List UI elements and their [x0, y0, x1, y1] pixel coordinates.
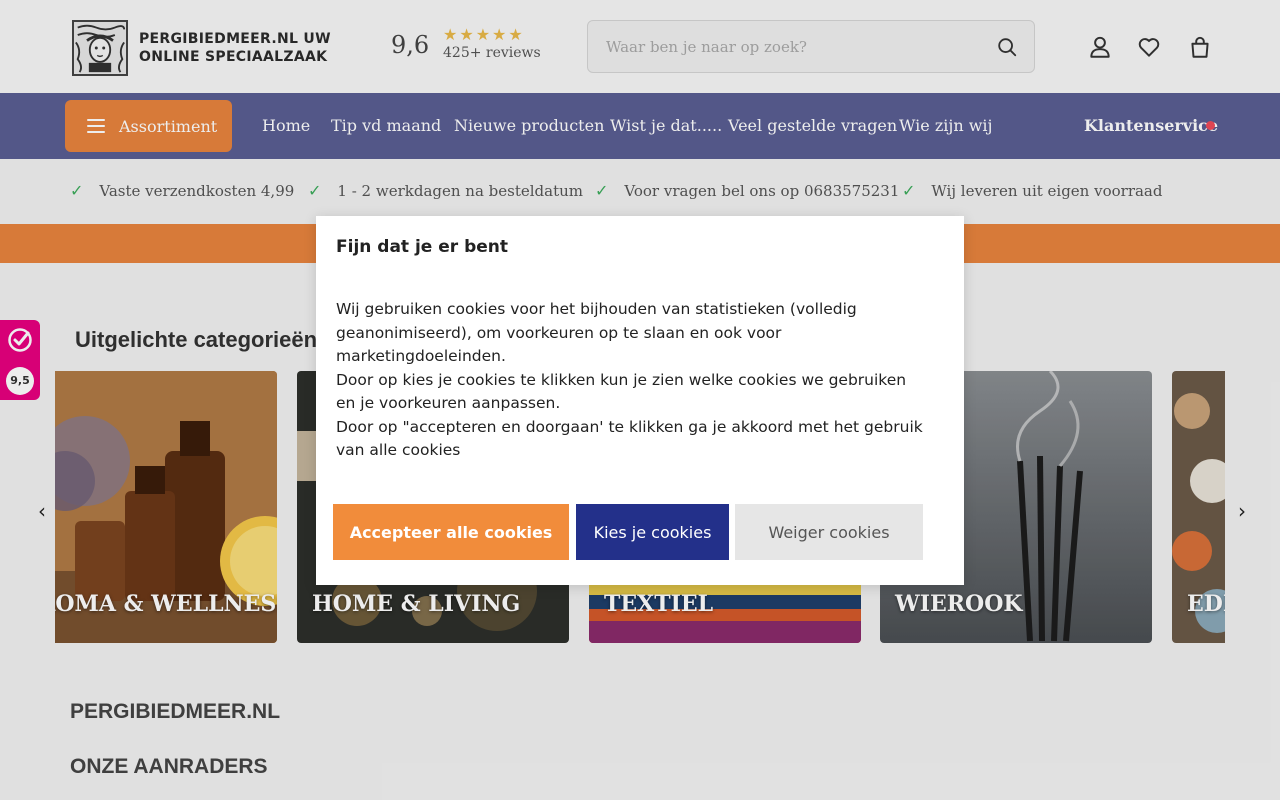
cookie-dialog-text: Wij gebruiken cookies voor het bijhouden…	[336, 298, 926, 463]
cookie-paragraph: Door op kies je cookies te klikken kun j…	[336, 370, 907, 413]
cookie-dialog-title: Fijn dat je er bent	[336, 237, 509, 257]
accept-all-cookies-button[interactable]: Accepteer alle cookies	[333, 504, 569, 560]
cookie-paragraph: Wij gebruiken cookies voor het bijhouden…	[336, 300, 857, 365]
reject-cookies-button[interactable]: Weiger cookies	[735, 504, 923, 560]
choose-cookies-button[interactable]: Kies je cookies	[576, 504, 729, 560]
cookie-consent-dialog: Fijn dat je er bent Wij gebruiken cookie…	[316, 216, 964, 585]
cookie-paragraph: Door op "accepteren en doorgaan' te klik…	[336, 417, 923, 460]
